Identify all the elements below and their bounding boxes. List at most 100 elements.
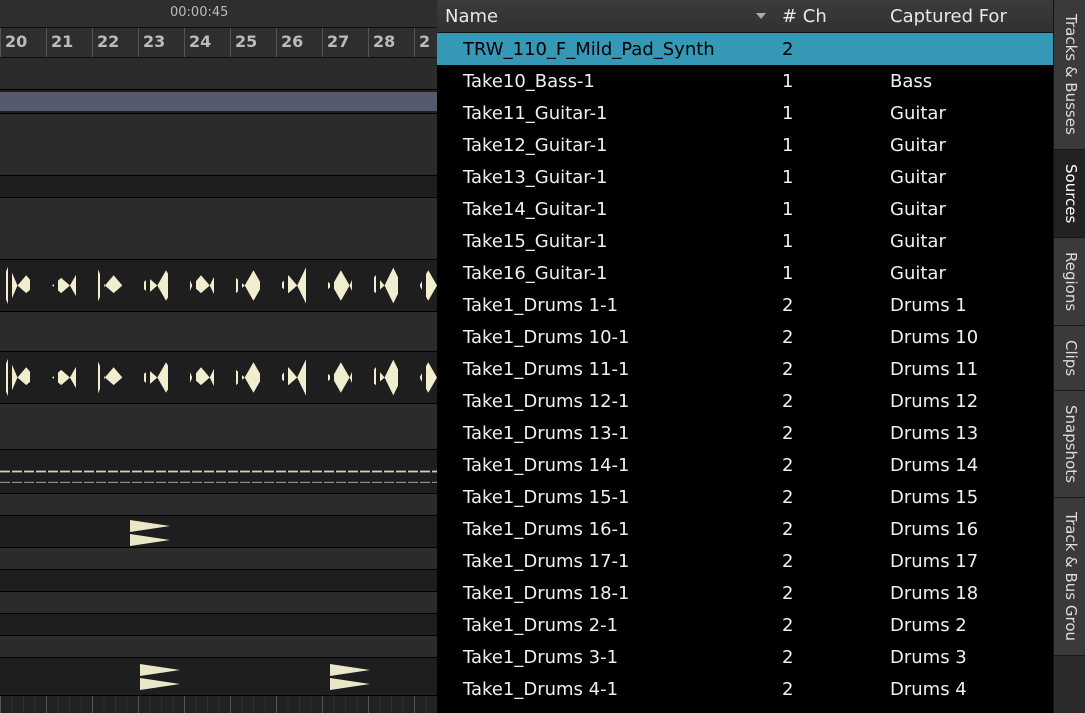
source-channels-cell: 2 xyxy=(774,615,882,636)
ruler-bar-number: 21 xyxy=(46,28,92,57)
track-lane[interactable] xyxy=(0,312,437,352)
source-row[interactable]: Take1_Drums 1-12Drums 1 xyxy=(437,289,1053,321)
track-lane[interactable] xyxy=(0,658,437,696)
source-row[interactable]: Take1_Drums 11-12Drums 11 xyxy=(437,353,1053,385)
source-name-cell: Take1_Drums 16-1 xyxy=(437,519,774,540)
ruler-bar-number: 27 xyxy=(322,28,368,57)
source-name-cell: Take1_Drums 12-1 xyxy=(437,391,774,412)
tracks-area[interactable] xyxy=(0,58,437,713)
source-name-cell: Take1_Drums 15-1 xyxy=(437,487,774,508)
source-row[interactable]: Take1_Drums 17-12Drums 17 xyxy=(437,545,1053,577)
track-lane[interactable] xyxy=(0,404,437,450)
source-row[interactable]: Take16_Guitar-11Guitar xyxy=(437,257,1053,289)
track-lane[interactable] xyxy=(0,58,437,90)
track-lane[interactable] xyxy=(0,636,437,658)
track-lane[interactable] xyxy=(0,198,437,260)
source-name-cell: Take1_Drums 1-1 xyxy=(437,295,774,316)
track-lane[interactable] xyxy=(0,570,437,592)
source-row[interactable]: Take13_Guitar-11Guitar xyxy=(437,161,1053,193)
track-lane[interactable] xyxy=(0,90,437,114)
ruler-bar-number: 28 xyxy=(368,28,414,57)
source-captured-for-cell: Drums 14 xyxy=(882,455,1053,476)
source-captured-for-cell: Guitar xyxy=(882,103,1053,124)
side-tab[interactable]: Sources xyxy=(1054,150,1085,238)
source-channels-cell: 1 xyxy=(774,231,882,252)
source-captured-for-cell: Drums 11 xyxy=(882,359,1053,380)
ruler-timecode[interactable]: 00:00:45 xyxy=(0,0,437,28)
ruler-bar-number: 23 xyxy=(138,28,184,57)
source-captured-for-cell: Guitar xyxy=(882,199,1053,220)
source-row[interactable]: Take1_Drums 14-12Drums 14 xyxy=(437,449,1053,481)
source-captured-for-cell: Drums 10 xyxy=(882,327,1053,348)
source-row[interactable]: Take1_Drums 2-12Drums 2 xyxy=(437,609,1053,641)
source-channels-cell: 1 xyxy=(774,199,882,220)
track-lane[interactable] xyxy=(0,494,437,516)
source-row[interactable]: TRW_110_F_Mild_Pad_Synth2 xyxy=(437,33,1053,65)
source-captured-for-cell: Drums 12 xyxy=(882,391,1053,412)
source-name-cell: Take1_Drums 2-1 xyxy=(437,615,774,636)
source-row[interactable]: Take1_Drums 15-12Drums 15 xyxy=(437,481,1053,513)
source-channels-cell: 1 xyxy=(774,103,882,124)
side-tab[interactable]: Snapshots xyxy=(1054,391,1085,498)
source-channels-cell: 2 xyxy=(774,39,882,60)
track-lane[interactable] xyxy=(0,450,437,494)
right-side-tabs: Tracks & BussesSourcesRegionsClipsSnapsh… xyxy=(1053,0,1085,713)
source-channels-cell: 2 xyxy=(774,295,882,316)
column-header-captured-for[interactable]: Captured For xyxy=(882,6,1053,27)
track-lane[interactable] xyxy=(0,260,437,312)
source-row[interactable]: Take11_Guitar-11Guitar xyxy=(437,97,1053,129)
source-name-cell: TRW_110_F_Mild_Pad_Synth xyxy=(437,39,774,60)
source-name-cell: Take1_Drums 14-1 xyxy=(437,455,774,476)
source-row[interactable]: Take1_Drums 12-12Drums 12 xyxy=(437,385,1053,417)
column-header-label: Captured For xyxy=(890,6,1007,27)
source-captured-for-cell: Drums 4 xyxy=(882,679,1053,700)
track-lane[interactable] xyxy=(0,548,437,570)
source-name-cell: Take1_Drums 3-1 xyxy=(437,647,774,668)
ruler-bar-number: 22 xyxy=(92,28,138,57)
source-name-cell: Take1_Drums 10-1 xyxy=(437,327,774,348)
ruler-bars-beats[interactable]: 2021222324252627282 xyxy=(0,28,437,58)
column-header-channels[interactable]: # Ch xyxy=(774,6,882,27)
side-tab[interactable]: Regions xyxy=(1054,238,1085,326)
sort-indicator-icon xyxy=(756,13,766,19)
source-captured-for-cell: Drums 18 xyxy=(882,583,1053,604)
source-name-cell: Take15_Guitar-1 xyxy=(437,231,774,252)
ruler-timecode-label: 00:00:45 xyxy=(170,5,228,20)
timeline-pane[interactable]: 00:00:45 2021222324252627282 xyxy=(0,0,437,713)
source-row[interactable]: Take1_Drums 10-12Drums 10 xyxy=(437,321,1053,353)
side-tab[interactable]: Clips xyxy=(1054,326,1085,391)
source-name-cell: Take10_Bass-1 xyxy=(437,71,774,92)
source-captured-for-cell: Guitar xyxy=(882,263,1053,284)
source-channels-cell: 2 xyxy=(774,679,882,700)
ruler-bar-number: 24 xyxy=(184,28,230,57)
source-row[interactable]: Take1_Drums 16-12Drums 16 xyxy=(437,513,1053,545)
source-captured-for-cell: Drums 2 xyxy=(882,615,1053,636)
source-name-cell: Take1_Drums 4-1 xyxy=(437,679,774,700)
source-channels-cell: 2 xyxy=(774,583,882,604)
source-row[interactable]: Take1_Drums 4-12Drums 4 xyxy=(437,673,1053,705)
track-lane[interactable] xyxy=(0,352,437,404)
side-tab[interactable]: Track & Bus Grou xyxy=(1054,498,1085,656)
track-lane[interactable] xyxy=(0,516,437,548)
source-row[interactable]: Take1_Drums 18-12Drums 18 xyxy=(437,577,1053,609)
source-row[interactable]: Take14_Guitar-11Guitar xyxy=(437,193,1053,225)
source-name-cell: Take1_Drums 17-1 xyxy=(437,551,774,572)
side-tab[interactable]: Tracks & Busses xyxy=(1054,0,1085,150)
source-row[interactable]: Take1_Drums 13-12Drums 13 xyxy=(437,417,1053,449)
source-row[interactable]: Take12_Guitar-11Guitar xyxy=(437,129,1053,161)
audio-region[interactable] xyxy=(0,92,437,111)
track-lane[interactable] xyxy=(0,592,437,614)
sources-list[interactable]: TRW_110_F_Mild_Pad_Synth2Take10_Bass-11B… xyxy=(437,33,1053,713)
column-header-name[interactable]: Name xyxy=(437,6,774,27)
source-row[interactable]: Take1_Drums 3-12Drums 3 xyxy=(437,641,1053,673)
track-lane[interactable] xyxy=(0,114,437,176)
source-name-cell: Take13_Guitar-1 xyxy=(437,167,774,188)
source-name-cell: Take14_Guitar-1 xyxy=(437,199,774,220)
source-row[interactable]: Take15_Guitar-11Guitar xyxy=(437,225,1053,257)
source-channels-cell: 2 xyxy=(774,455,882,476)
source-row[interactable]: Take10_Bass-11Bass xyxy=(437,65,1053,97)
track-lane[interactable] xyxy=(0,614,437,636)
track-lane[interactable] xyxy=(0,176,437,198)
source-captured-for-cell: Drums 13 xyxy=(882,423,1053,444)
source-captured-for-cell: Drums 17 xyxy=(882,551,1053,572)
